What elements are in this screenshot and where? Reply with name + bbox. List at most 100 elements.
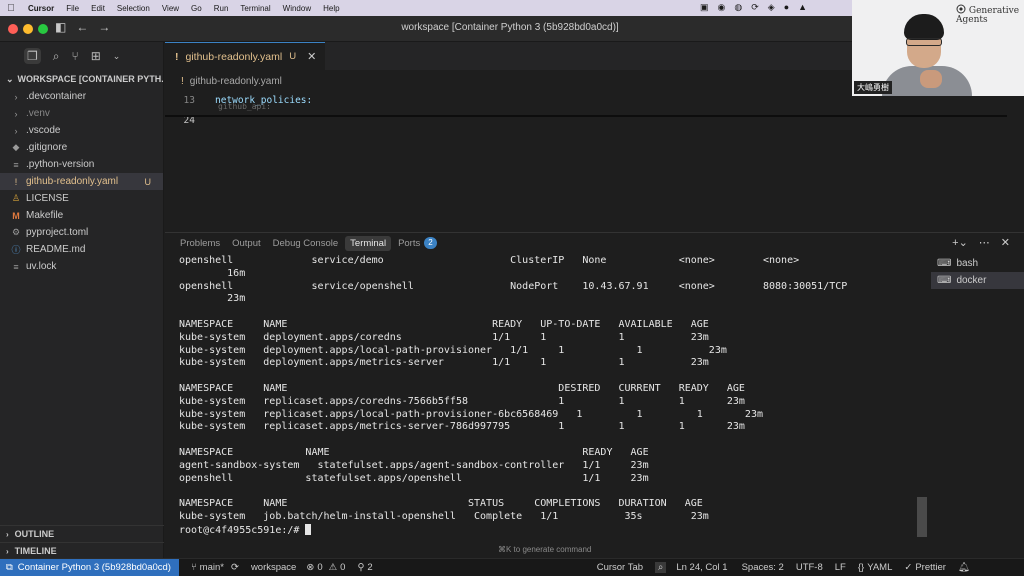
presenter-name-label: 大嶋勇樹: [854, 81, 892, 94]
new-terminal-icon[interactable]: +⌄: [952, 236, 968, 249]
close-icon[interactable]: ✕: [307, 50, 316, 63]
gear-icon: ⚙: [11, 227, 21, 237]
menu-window[interactable]: Window: [277, 4, 317, 13]
cursor-tab-status[interactable]: Cursor Tab: [597, 562, 643, 573]
menu-terminal[interactable]: Terminal: [234, 4, 276, 13]
tab-github-readonly-yaml[interactable]: ! github-readonly.yaml U ✕: [165, 42, 325, 70]
workspace-name[interactable]: workspace: [251, 562, 296, 573]
indentation[interactable]: Spaces: 2: [742, 562, 784, 573]
search-icon[interactable]: ⌕: [53, 49, 60, 64]
braces-icon: {}: [857, 562, 865, 573]
shell-item-bash[interactable]: ⌨ bash: [931, 255, 1024, 272]
shell-item-docker[interactable]: ⌨ docker: [931, 272, 1024, 289]
generative-agents-logo: Generative Agents: [956, 4, 1020, 25]
outline-section[interactable]: › OUTLINE: [0, 525, 164, 542]
menu-view[interactable]: View: [156, 4, 185, 13]
back-arrow-icon[interactable]: ←: [76, 20, 88, 34]
cursor-position[interactable]: Ln 24, Col 1: [676, 562, 727, 573]
menu-app-cursor[interactable]: Cursor: [22, 4, 60, 13]
tab-problems[interactable]: Problems: [175, 236, 225, 251]
menu-run[interactable]: Run: [208, 4, 235, 13]
tab-debug-console[interactable]: Debug Console: [268, 236, 344, 251]
sticky-scroll-divider: [165, 115, 1007, 117]
extensions-icon[interactable]: ⊞: [91, 49, 101, 63]
more-actions-icon[interactable]: ⋯: [979, 236, 990, 249]
minimize-window-button[interactable]: [23, 24, 33, 34]
chevron-down-icon[interactable]: ⌄: [113, 51, 121, 62]
warning-icon: ⚠: [328, 562, 338, 573]
tree-item-vscode[interactable]: › .vscode: [0, 122, 163, 139]
menu-help[interactable]: Help: [317, 4, 345, 13]
presenter-glasses: [906, 38, 942, 46]
chevron-right-icon: ›: [14, 125, 18, 136]
dropbox-icon[interactable]: ◈: [768, 2, 775, 13]
tab-output[interactable]: Output: [227, 236, 266, 251]
menu-edit[interactable]: Edit: [85, 4, 111, 13]
lines-icon: ≡: [13, 261, 19, 272]
terminal-prompt-line[interactable]: root@c4f4955c591e:/#: [179, 523, 919, 537]
remote-icon: ⧉: [6, 562, 13, 573]
tree-item-license[interactable]: ♙ LICENSE: [0, 190, 163, 207]
encoding[interactable]: UTF-8: [796, 562, 823, 573]
forward-arrow-icon[interactable]: →: [98, 20, 110, 34]
logo-mark-icon: [956, 4, 966, 14]
menu-bar-tray: ▣ ◉ ◍ ⟳ ◈ ● ▲: [700, 2, 807, 13]
menu-selection[interactable]: Selection: [111, 4, 156, 13]
remote-indicator[interactable]: ⧉ Container Python 3 (5b928bd0a0cd): [0, 558, 179, 576]
menu-file[interactable]: File: [60, 4, 85, 13]
bell-icon[interactable]: 🔔︎: [958, 562, 970, 573]
explorer-files-icon[interactable]: ❐: [24, 48, 41, 64]
panel-actions: +⌄ ⋯ ✕: [952, 236, 1010, 249]
exclamation-icon: !: [14, 176, 18, 187]
arrow-tray-icon[interactable]: ▲: [798, 2, 807, 13]
language-mode[interactable]: {} YAML: [858, 562, 893, 573]
tree-item-readme-md[interactable]: ⓘ README.md: [0, 241, 163, 258]
status-bar: ⧉ Container Python 3 (5b928bd0a0cd) ⑂ ma…: [0, 558, 1024, 576]
end-of-line[interactable]: LF: [835, 562, 846, 573]
tree-item-venv[interactable]: › .venv: [0, 105, 163, 122]
record-icon[interactable]: ◉: [718, 2, 726, 13]
git-branch[interactable]: ⑂ main* ⟳: [191, 562, 239, 573]
apple-icon[interactable]: : [0, 3, 22, 14]
branch-icon: ⑂: [190, 562, 197, 573]
tree-item-devcontainer[interactable]: › .devcontainer: [0, 88, 163, 105]
problems-indicator[interactable]: ⊗ 0 ⚠ 0: [306, 562, 345, 573]
ghost-text: github_api:: [218, 102, 271, 111]
explorer-sidebar: ❐ ⌕ ⑂ ⊞ ⌄ ⌄ WORKSPACE [CONTAINER PYTH...…: [0, 42, 164, 558]
toggle-sidebar-icon[interactable]: ◧: [55, 20, 66, 34]
close-window-button[interactable]: [8, 24, 18, 34]
workspace-header[interactable]: ⌄ WORKSPACE [CONTAINER PYTH...: [0, 70, 163, 88]
sync-icon[interactable]: ⟳: [751, 2, 759, 13]
app-tray-icon[interactable]: ●: [784, 2, 789, 13]
tree-item-pyproject-toml[interactable]: ⚙ pyproject.toml: [0, 224, 163, 241]
tab-terminal[interactable]: Terminal: [345, 235, 392, 251]
zoom-search-icon[interactable]: ⌕: [655, 562, 667, 573]
info-icon: ⓘ: [11, 245, 21, 255]
tree-item-python-version[interactable]: ≡ .python-version: [0, 156, 163, 173]
ports-indicator[interactable]: ⚲ 2: [357, 562, 372, 573]
sync-icon[interactable]: ⟳: [231, 562, 239, 573]
git-icon: ◆: [12, 142, 20, 152]
source-control-icon[interactable]: ⑂: [72, 49, 79, 63]
terminal-line: 23m: [179, 293, 246, 305]
prettier-status[interactable]: ✓ Prettier: [904, 562, 946, 573]
tree-item-gitignore[interactable]: ◆ .gitignore: [0, 139, 163, 156]
makefile-icon: M: [12, 210, 20, 221]
tree-item-makefile[interactable]: M Makefile: [0, 207, 163, 224]
tree-item-uv-lock[interactable]: ≡ uv.lock: [0, 258, 163, 275]
extension-icon[interactable]: ◍: [734, 2, 742, 13]
breadcrumb[interactable]: ! github-readonly.yaml: [165, 70, 282, 92]
terminal-scrollbar[interactable]: [917, 497, 927, 537]
terminal-output[interactable]: openshell service/demo ClusterIP None <n…: [179, 255, 919, 555]
close-panel-icon[interactable]: ✕: [1001, 236, 1010, 249]
timeline-section[interactable]: › TIMELINE: [0, 542, 164, 559]
zoom-window-button[interactable]: [38, 24, 48, 34]
tree-item-github-readonly-yaml[interactable]: ! github-readonly.yaml U: [0, 173, 163, 190]
tab-ports[interactable]: Ports 2: [393, 235, 442, 251]
screen-share-icon[interactable]: ▣: [700, 2, 709, 13]
menu-go[interactable]: Go: [185, 4, 208, 13]
terminal-icon: ⌨: [937, 258, 952, 269]
code-editor[interactable]: 13 network_policies: github_api: 24: [165, 92, 1024, 232]
